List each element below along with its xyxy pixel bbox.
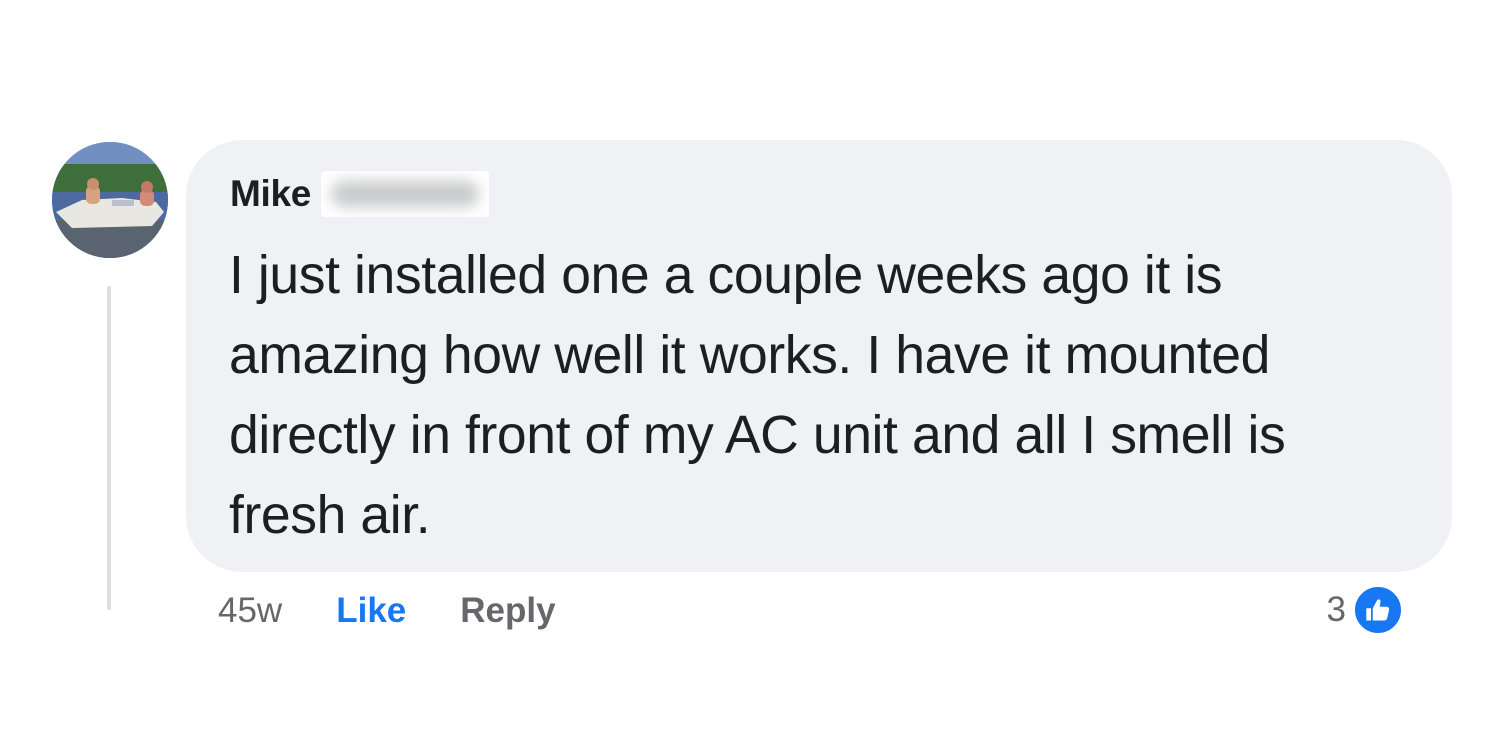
comment-text: I just installed one a couple weeks ago … bbox=[229, 246, 1286, 545]
avatar[interactable] bbox=[52, 142, 168, 258]
author-row: Mike bbox=[230, 171, 490, 217]
reply-button[interactable]: Reply bbox=[460, 591, 555, 631]
author-name[interactable]: Mike bbox=[230, 173, 311, 215]
comment-timestamp[interactable]: 45w bbox=[218, 591, 282, 631]
reaction-count: 3 bbox=[1326, 590, 1346, 629]
thread-line bbox=[107, 286, 111, 610]
reaction-summary[interactable]: 3 bbox=[1327, 584, 1404, 636]
redacted-surname bbox=[321, 171, 490, 217]
thumbs-up-glyph bbox=[1366, 599, 1390, 621]
comment-actions: 45w Like Reply bbox=[218, 590, 556, 632]
comment-thread: Mike I just installed one a couple weeks… bbox=[0, 0, 1500, 750]
avatar-photo bbox=[52, 142, 168, 258]
like-button[interactable]: Like bbox=[336, 591, 406, 631]
thumbs-up-icon bbox=[1352, 584, 1404, 636]
